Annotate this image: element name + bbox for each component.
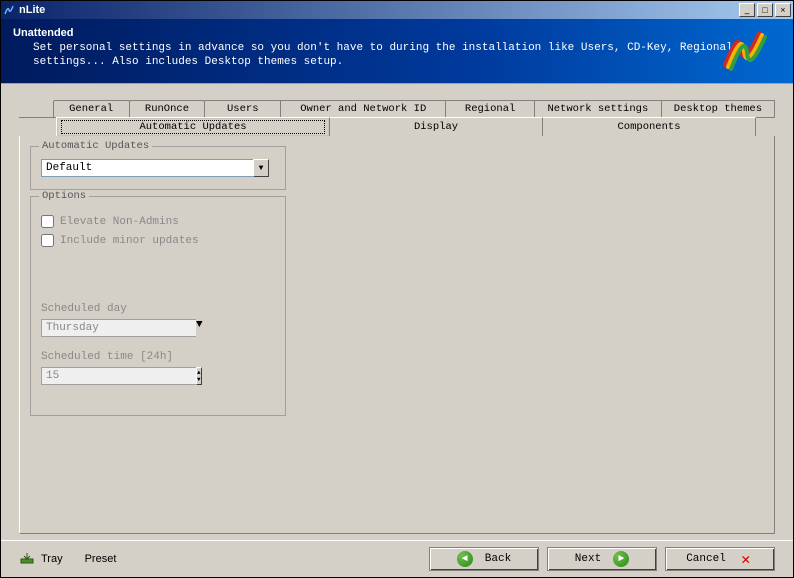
spin-up-icon[interactable]: ▲ [197, 369, 201, 376]
legend-options: Options [39, 190, 89, 202]
spin-down-icon[interactable]: ▼ [197, 376, 201, 383]
nlite-logo [715, 25, 775, 73]
app-icon [3, 4, 15, 16]
au-mode-select[interactable]: ▼ [41, 159, 269, 177]
tab-display[interactable]: Display [329, 117, 543, 136]
minor-checkbox[interactable] [41, 234, 54, 247]
tray-label[interactable]: Tray [41, 553, 63, 565]
tab-page: Automatic Updates ▼ Options Elevate Non-… [19, 136, 775, 534]
page-title: Unattended [13, 27, 781, 39]
tab-general[interactable]: General [53, 100, 130, 118]
app-window: nLite _ □ × Unattended Set personal sett… [0, 0, 794, 578]
scheduled-day-input[interactable] [41, 319, 196, 337]
minor-label: Include minor updates [60, 235, 199, 247]
tab-desktop-themes[interactable]: Desktop themes [661, 100, 775, 118]
elevate-label: Elevate Non-Admins [60, 216, 179, 228]
back-button[interactable]: ◄ Back [429, 547, 539, 571]
elevate-checkbox[interactable] [41, 215, 54, 228]
check-elevate-non-admins[interactable]: Elevate Non-Admins [41, 215, 275, 228]
footer-bar: Tray Preset ◄ Back Next ► Cancel ✕ [1, 540, 793, 577]
window-title: nLite [19, 4, 737, 16]
arrow-left-icon: ◄ [457, 551, 473, 567]
preset-label[interactable]: Preset [85, 553, 117, 565]
tab-regional[interactable]: Regional [445, 100, 535, 118]
tab-components[interactable]: Components [542, 117, 756, 136]
close-x-icon: ✕ [738, 551, 754, 567]
next-button[interactable]: Next ► [547, 547, 657, 571]
scheduled-day-label: Scheduled day [41, 303, 275, 315]
tray-icon[interactable] [19, 551, 35, 567]
page-description: Set personal settings in advance so you … [33, 41, 781, 69]
scheduled-day-select[interactable]: ▼ [41, 319, 143, 337]
tab-row-bottom: Automatic Updates Display Components [19, 117, 775, 136]
scheduled-time-input[interactable] [41, 367, 196, 385]
arrow-right-icon: ► [613, 551, 629, 567]
maximize-button[interactable]: □ [757, 3, 773, 17]
minimize-button[interactable]: _ [739, 3, 755, 17]
cancel-button[interactable]: Cancel ✕ [665, 547, 775, 571]
legend-au: Automatic Updates [39, 140, 152, 152]
close-button[interactable]: × [775, 3, 791, 17]
tab-users[interactable]: Users [204, 100, 281, 118]
scheduled-time-stepper[interactable]: ▲ ▼ [41, 367, 83, 385]
tab-row-top: General RunOnce Users Owner and Network … [19, 100, 775, 118]
tab-runonce[interactable]: RunOnce [129, 100, 206, 118]
scheduled-time-label: Scheduled time [24h] [41, 351, 275, 363]
check-include-minor[interactable]: Include minor updates [41, 234, 275, 247]
tab-owner-network[interactable]: Owner and Network ID [280, 100, 446, 118]
content-area: General RunOnce Users Owner and Network … [1, 83, 793, 540]
dropdown-arrow-icon[interactable]: ▼ [253, 159, 269, 177]
tab-network-settings[interactable]: Network settings [534, 100, 662, 118]
fieldset-automatic-updates: Automatic Updates ▼ [30, 146, 286, 190]
titlebar: nLite _ □ × [1, 1, 793, 19]
tab-automatic-updates[interactable]: Automatic Updates [56, 117, 330, 136]
header-banner: Unattended Set personal settings in adva… [1, 19, 793, 83]
dropdown-arrow-icon[interactable]: ▼ [196, 319, 203, 337]
fieldset-options: Options Elevate Non-Admins Include minor… [30, 196, 286, 416]
au-mode-input[interactable] [41, 159, 253, 177]
